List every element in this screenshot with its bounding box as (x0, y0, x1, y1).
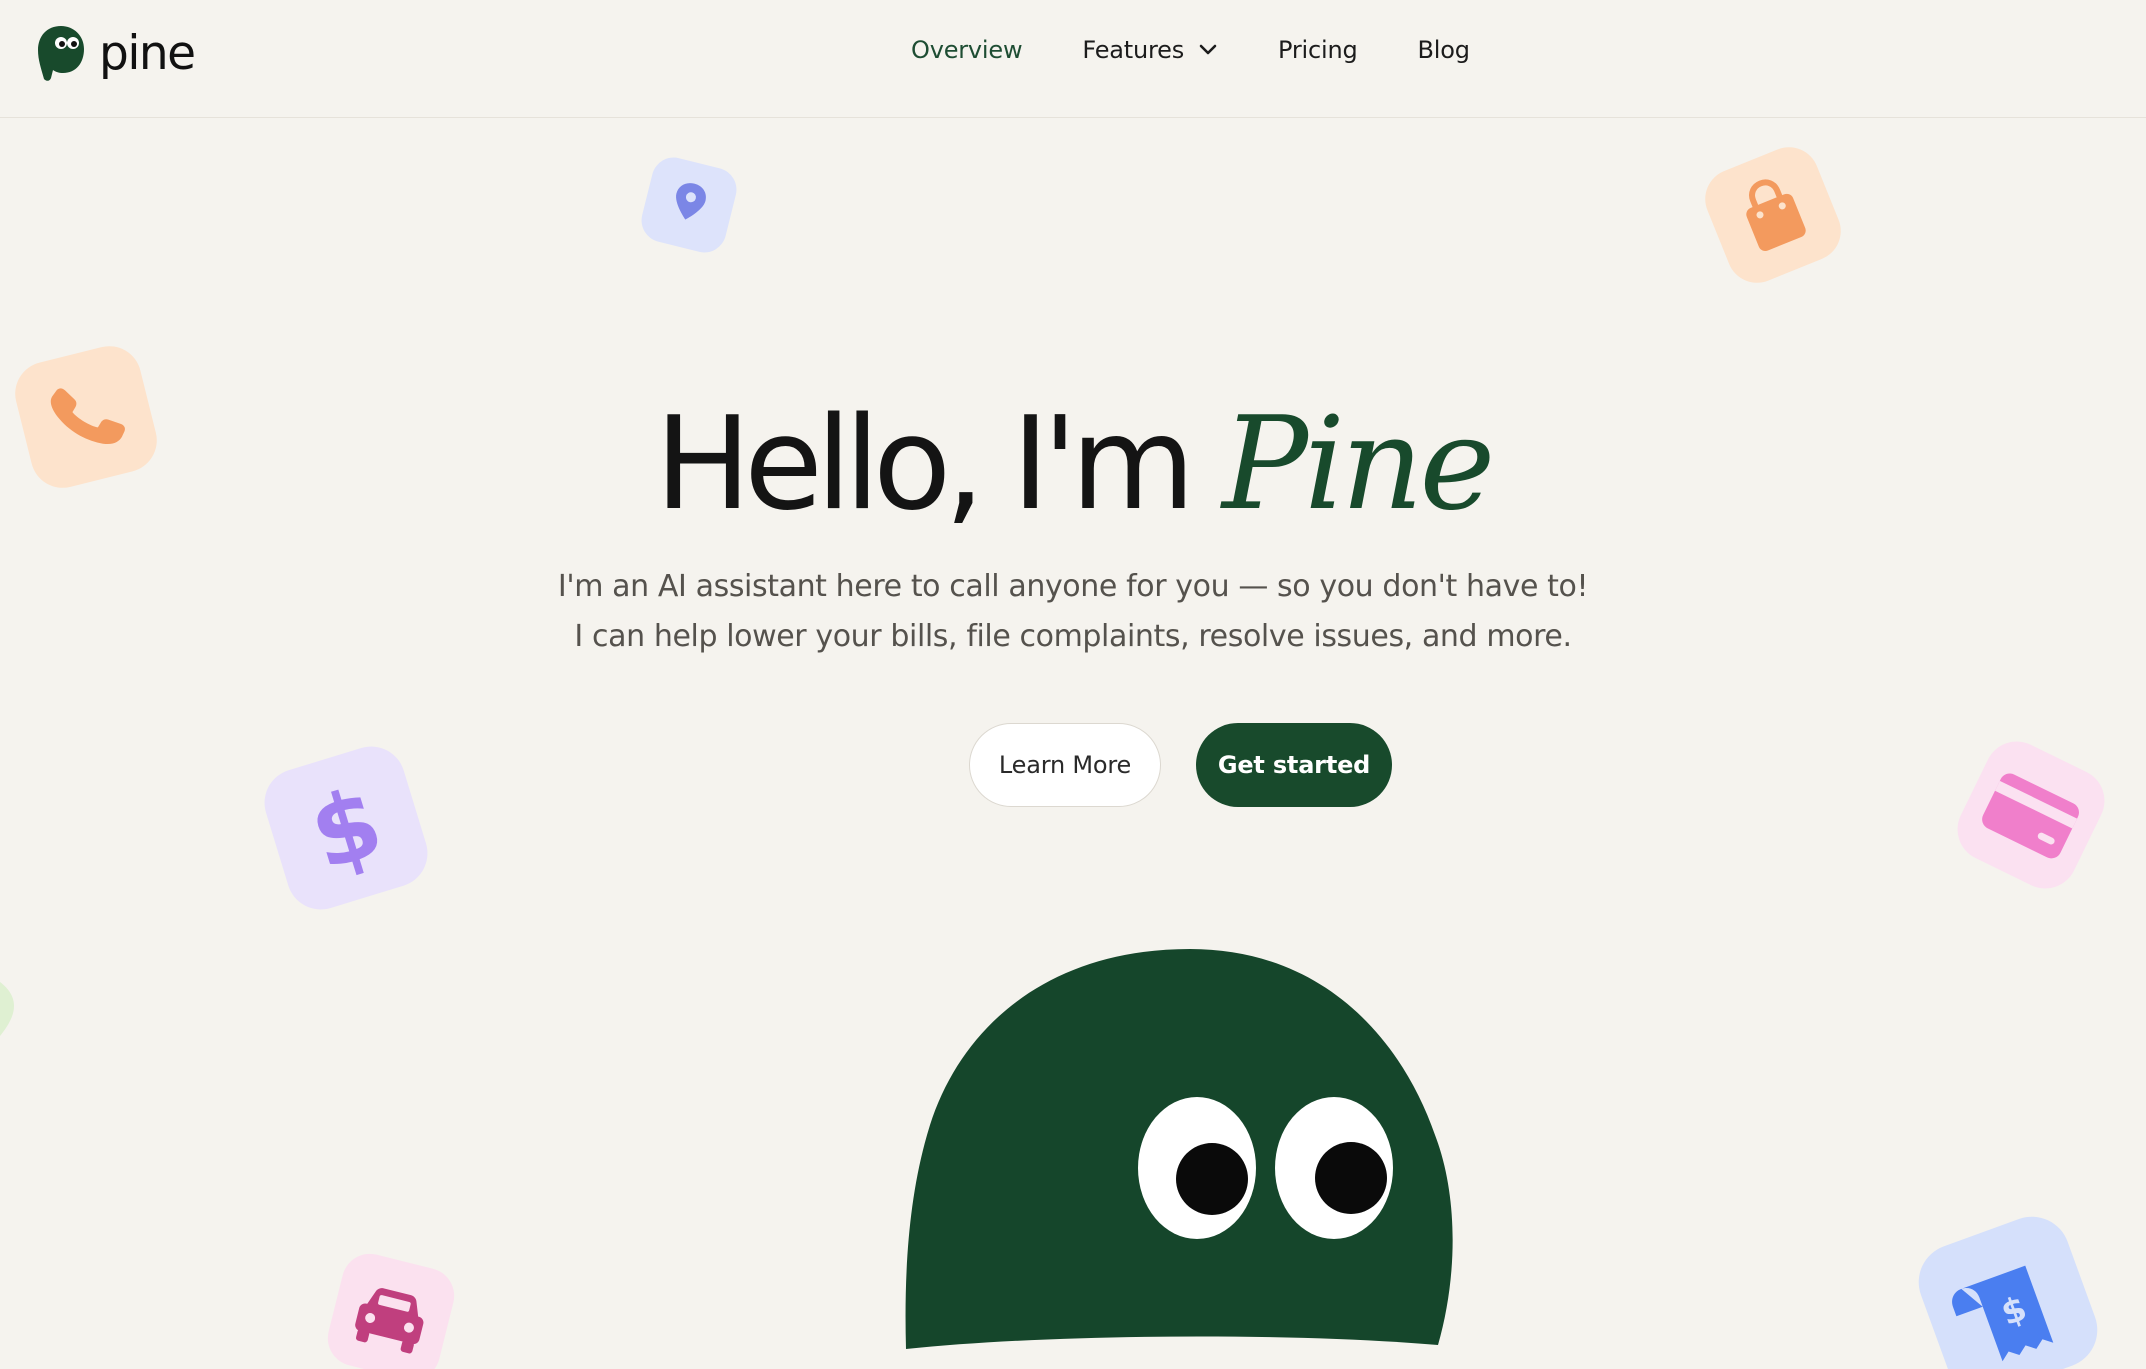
credit-card-tile (1950, 734, 2112, 896)
nav-pricing-label: Pricing (1278, 36, 1358, 64)
location-pin-icon (641, 157, 737, 253)
nav-pricing[interactable]: Pricing (1278, 36, 1358, 64)
nav-features[interactable]: Features (1082, 36, 1218, 64)
learn-more-button[interactable]: Learn More (969, 723, 1161, 807)
nav-overview-label: Overview (911, 36, 1023, 64)
location-pin-tile (640, 156, 738, 254)
hero-title-prefix: Hello, I'm (654, 390, 1195, 539)
partial-tile-icon (0, 982, 14, 1036)
partial-green-tile (0, 980, 16, 1040)
logo-link[interactable]: pine (37, 24, 196, 82)
nav-overview[interactable]: Overview (911, 36, 1023, 64)
hero-title: Hello, I'm Pine (0, 395, 2146, 535)
get-started-button[interactable]: Get started (1196, 723, 1392, 807)
main-nav: Overview Features Pricing Blog (911, 36, 1470, 64)
landing-page: pine Overview Features Pricing Blog $ $ … (0, 0, 2146, 1369)
receipt-icon: $ (1918, 1216, 2098, 1369)
credit-card-icon (1957, 741, 2105, 889)
nav-blog[interactable]: Blog (1418, 36, 1470, 64)
dollar-icon: $ (264, 746, 428, 910)
car-tile (326, 1252, 456, 1369)
hero-title-accent: Pine (1221, 390, 1495, 539)
nav-features-label: Features (1082, 36, 1185, 64)
dollar-tile: $ (258, 740, 434, 916)
hero-subtitle: I'm an AI assistant here to call anyone … (0, 562, 2146, 662)
pine-mascot-illustration (905, 949, 1453, 1349)
chevron-down-icon (1199, 44, 1217, 55)
car-icon (327, 1253, 455, 1369)
site-header: pine Overview Features Pricing Blog (0, 0, 2146, 118)
brand-name: pine (99, 25, 196, 81)
shopping-bag-icon (1705, 147, 1841, 283)
shopping-bag-tile (1702, 144, 1844, 286)
nav-blog-label: Blog (1417, 36, 1470, 64)
hero-subtitle-line-2: I can help lower your bills, file compla… (574, 619, 1572, 654)
hero-subtitle-line-1: I'm an AI assistant here to call anyone … (557, 569, 1589, 604)
pine-logo-icon (38, 26, 84, 81)
receipt-tile: $ (1908, 1206, 2108, 1369)
